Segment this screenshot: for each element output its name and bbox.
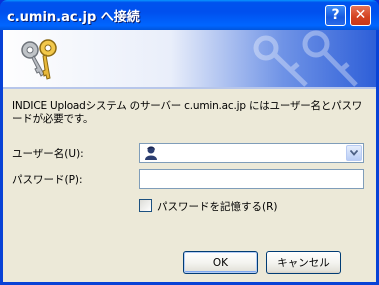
help-button[interactable]: ?: [325, 5, 346, 26]
remember-password-label[interactable]: パスワードを記憶する(R): [157, 199, 278, 214]
username-label: ユーザー名(U):: [12, 148, 84, 160]
user-icon: [145, 146, 157, 160]
header-banner: [3, 30, 376, 87]
auth-message: INDICE Uploadシステム のサーバー c.umin.ac.jp にはユ…: [12, 100, 363, 125]
window-title: c.umin.ac.jp へ接続: [7, 10, 140, 25]
cancel-button[interactable]: キャンセル: [266, 251, 341, 274]
connect-dialog: c.umin.ac.jp へ接続 ? ✕ INDICE Uploadシステム の…: [0, 0, 379, 285]
username-input[interactable]: [162, 145, 337, 161]
password-label: パスワード(P):: [12, 174, 83, 186]
password-input[interactable]: [139, 169, 364, 189]
banner-keys-watermark-icon: [253, 30, 358, 87]
username-combobox[interactable]: [139, 143, 364, 163]
dialog-body: INDICE Uploadシステム のサーバー c.umin.ac.jp にはユ…: [3, 30, 376, 282]
dropdown-button[interactable]: [346, 145, 362, 161]
remember-password-checkbox[interactable]: [139, 199, 152, 212]
chevron-down-icon: [350, 150, 358, 156]
title-bar[interactable]: c.umin.ac.jp へ接続 ? ✕: [0, 0, 379, 30]
close-button[interactable]: ✕: [350, 5, 371, 26]
keys-icon: [21, 39, 57, 80]
banner-divider: [3, 87, 376, 89]
ok-button[interactable]: OK: [183, 251, 258, 274]
